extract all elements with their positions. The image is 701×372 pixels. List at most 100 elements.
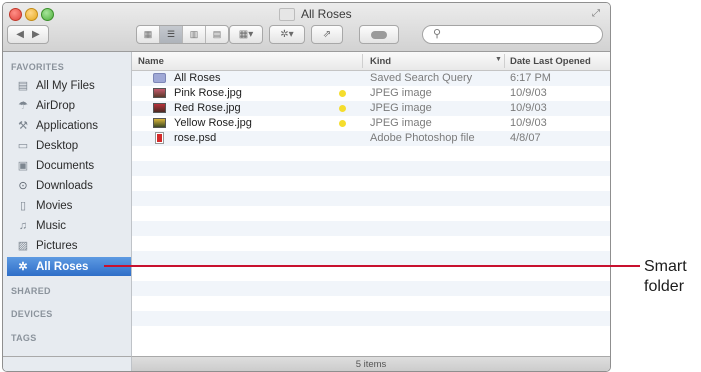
back-forward-buttons[interactable]: ◀ ▶ xyxy=(7,25,49,44)
file-name: Yellow Rose.jpg xyxy=(174,117,252,129)
list-item[interactable]: rose.psd Adobe Photoshop file 4/8/07 xyxy=(132,131,610,146)
callout-line xyxy=(104,265,640,267)
sidebar-item-music[interactable]: ♫ Music xyxy=(3,216,131,235)
sidebar-item-label: Applications xyxy=(36,119,99,132)
icon-view-icon[interactable]: ▦ xyxy=(137,26,160,43)
file-list: All Roses Saved Search Query 6:17 PM Pin… xyxy=(132,71,610,339)
back-arrow-icon[interactable]: ◀ xyxy=(16,29,24,40)
sidebar-item-airdrop[interactable]: ☂ AirDrop xyxy=(3,96,131,115)
callout-label-line2: folder xyxy=(644,278,685,295)
file-date: 10/9/03 xyxy=(510,117,547,129)
finder-window: All Roses ⤢ ◀ ▶ ▦ ☰ ▥ ▤ ▦▾ ✲▾ ⇗ ⚲ FAVORI… xyxy=(2,2,611,372)
music-icon: ♫ xyxy=(18,219,28,232)
sidebar-item-pictures[interactable]: ▨ Pictures xyxy=(3,236,131,255)
callout-label-line1: Smart xyxy=(644,258,687,275)
sort-descending-icon: ▼ xyxy=(495,56,502,63)
image-file-icon xyxy=(153,103,166,113)
column-header: Name Kind ▼ Date Last Opened xyxy=(132,52,610,71)
list-item[interactable]: All Roses Saved Search Query 6:17 PM xyxy=(132,71,610,86)
item-count: 5 items xyxy=(355,359,387,370)
empty-row xyxy=(132,266,610,281)
share-button[interactable]: ⇗ xyxy=(311,25,343,44)
search-icon: ⚲ xyxy=(433,28,442,40)
desktop-icon: ▭ xyxy=(17,140,29,152)
status-bar: 5 items xyxy=(132,356,610,371)
tag-icon xyxy=(371,30,387,39)
window-title: All Roses xyxy=(301,7,352,21)
empty-row xyxy=(132,296,610,311)
sidebar-item-label: Pictures xyxy=(36,239,78,252)
list-item[interactable]: Pink Rose.jpg JPEG image 10/9/03 xyxy=(132,86,610,101)
list-item[interactable]: Red Rose.jpg JPEG image 10/9/03 xyxy=(132,101,610,116)
file-kind: Saved Search Query xyxy=(370,72,473,84)
forward-arrow-icon[interactable]: ▶ xyxy=(32,29,40,40)
arrange-icon: ▦▾ xyxy=(238,29,254,40)
file-date: 10/9/03 xyxy=(510,102,547,114)
column-header-date[interactable]: Date Last Opened xyxy=(510,56,591,67)
sidebar-item-documents[interactable]: ▣ Documents xyxy=(3,156,131,175)
applications-icon: ⚒ xyxy=(18,120,28,132)
empty-row xyxy=(132,191,610,206)
close-button[interactable] xyxy=(9,8,22,21)
fullscreen-icon[interactable]: ⤢ xyxy=(592,8,600,19)
window-title-area: All Roses xyxy=(279,6,352,22)
empty-row xyxy=(132,236,610,251)
empty-row xyxy=(132,221,610,236)
pictures-icon: ▨ xyxy=(17,240,29,252)
sidebar-item-label: All My Files xyxy=(36,79,95,92)
yellow-tag-icon xyxy=(339,90,346,97)
sidebar-item-label: Documents xyxy=(36,159,95,172)
minimize-button[interactable] xyxy=(25,8,38,21)
empty-row xyxy=(132,176,610,191)
empty-row xyxy=(132,146,610,161)
sidebar-item-label: AirDrop xyxy=(36,99,75,112)
empty-row xyxy=(132,161,610,176)
sidebar-item-label: Movies xyxy=(36,199,73,212)
column-divider xyxy=(362,54,363,68)
all-files-icon: ▤ xyxy=(17,80,29,92)
sidebar-header-favorites: FAVORITES xyxy=(11,62,65,72)
search-field[interactable]: ⚲ xyxy=(422,25,603,44)
smart-folder-icon xyxy=(153,73,166,83)
sidebar-header-shared[interactable]: SHARED xyxy=(11,286,51,296)
sidebar-header-tags[interactable]: TAGS xyxy=(11,333,37,343)
column-header-name[interactable]: Name xyxy=(138,56,164,67)
image-file-icon xyxy=(153,118,166,128)
sidebar-item-all-my-files[interactable]: ▤ All My Files xyxy=(3,76,131,95)
file-date: 6:17 PM xyxy=(510,72,551,84)
tags-button[interactable] xyxy=(359,25,399,44)
column-divider xyxy=(504,54,505,68)
sidebar-item-applications[interactable]: ⚒ Applications xyxy=(3,116,131,135)
zoom-button[interactable] xyxy=(41,8,54,21)
column-header-kind[interactable]: Kind xyxy=(370,56,391,67)
view-mode-control[interactable]: ▦ ☰ ▥ ▤ xyxy=(136,25,229,44)
file-kind: JPEG image xyxy=(370,87,432,99)
sidebar-item-downloads[interactable]: ⊙ Downloads xyxy=(3,176,131,195)
list-item[interactable]: Yellow Rose.jpg JPEG image 10/9/03 xyxy=(132,116,610,131)
yellow-tag-icon xyxy=(339,120,346,127)
file-kind: JPEG image xyxy=(370,117,432,129)
list-view-icon[interactable]: ☰ xyxy=(160,26,183,43)
action-button[interactable]: ✲▾ xyxy=(269,25,305,44)
sidebar-footer xyxy=(3,356,132,371)
psd-badge xyxy=(157,134,162,142)
sidebar-item-desktop[interactable]: ▭ Desktop xyxy=(3,136,131,155)
empty-row xyxy=(132,326,610,341)
empty-row xyxy=(132,251,610,266)
movies-icon: ▯ xyxy=(19,200,27,212)
empty-row xyxy=(132,311,610,326)
yellow-tag-icon xyxy=(339,105,346,112)
sidebar-header-devices[interactable]: DEVICES xyxy=(11,309,53,319)
empty-row xyxy=(132,281,610,296)
coverflow-view-icon[interactable]: ▤ xyxy=(206,26,228,43)
sidebar-item-movies[interactable]: ▯ Movies xyxy=(3,196,131,215)
file-kind: JPEG image xyxy=(370,102,432,114)
file-date: 4/8/07 xyxy=(510,132,541,144)
folder-icon xyxy=(279,7,295,21)
documents-icon: ▣ xyxy=(17,160,29,172)
column-view-icon[interactable]: ▥ xyxy=(183,26,206,43)
arrange-button[interactable]: ▦▾ xyxy=(229,25,263,44)
sidebar-item-label: Desktop xyxy=(36,139,79,152)
file-name: All Roses xyxy=(174,72,221,84)
psd-file-icon xyxy=(155,132,164,144)
